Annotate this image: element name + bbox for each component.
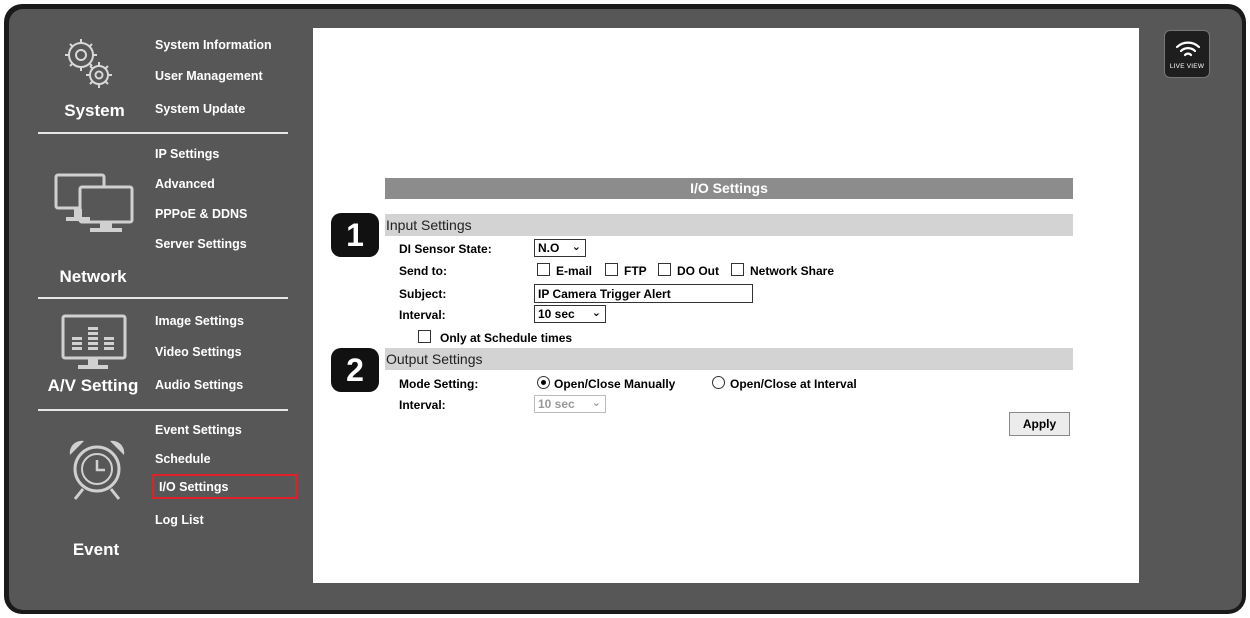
input-settings-header: Input Settings: [385, 214, 1073, 236]
mode-setting-label: Mode Setting:: [399, 377, 479, 391]
nav-item-log-list[interactable]: Log List: [155, 513, 204, 527]
send-ftp-checkbox[interactable]: [605, 263, 618, 276]
send-email-checkbox[interactable]: [537, 263, 550, 276]
content-area: [313, 28, 1139, 583]
chevron-down-icon: ⌄: [571, 241, 581, 253]
step-badge-2: 2: [331, 348, 379, 392]
apply-button[interactable]: Apply: [1009, 412, 1070, 436]
nav-item-advanced[interactable]: Advanced: [155, 177, 215, 191]
category-network-label: Network: [59, 267, 127, 286]
mode-manual-radio[interactable]: [537, 376, 550, 389]
output-interval-select: 10 sec ⌄: [534, 395, 606, 413]
only-schedule-checkbox[interactable]: [418, 330, 431, 343]
subject-label: Subject:: [399, 287, 447, 301]
send-to-label: Send to:: [399, 264, 447, 278]
nav-item-video-settings[interactable]: Video Settings: [155, 345, 242, 359]
nav-item-image-settings[interactable]: Image Settings: [155, 314, 244, 328]
io-settings-title: I/O Settings: [385, 178, 1073, 199]
output-settings-header: Output Settings: [385, 348, 1073, 370]
input-interval-value: 10 sec: [538, 307, 575, 321]
nav-item-ip-settings[interactable]: IP Settings: [155, 147, 219, 161]
send-network-share-label: Network Share: [750, 264, 835, 278]
nav-item-system-update[interactable]: System Update: [155, 102, 245, 116]
di-sensor-state-value: N.O: [538, 241, 560, 255]
category-system-label: System: [64, 101, 125, 120]
input-interval-label: Interval:: [399, 308, 446, 322]
nav-item-audio-settings[interactable]: Audio Settings: [155, 378, 243, 392]
nav-item-io-settings[interactable]: I/O Settings: [152, 474, 297, 499]
send-network-share-checkbox[interactable]: [731, 263, 744, 276]
mode-interval-radio[interactable]: [712, 376, 725, 389]
chevron-down-icon: ⌄: [591, 397, 601, 409]
alarm-clock-icon[interactable]: [62, 433, 132, 505]
input-interval-select[interactable]: 10 sec ⌄: [534, 305, 606, 323]
di-sensor-state-label: DI Sensor State:: [399, 242, 492, 256]
send-ftp-label: FTP: [624, 264, 647, 278]
nav-divider: [38, 409, 288, 411]
equalizer-monitor-icon[interactable]: [60, 313, 130, 371]
output-interval-label: Interval:: [399, 398, 446, 412]
category-event-label: Event: [72, 540, 120, 559]
category-av-setting-label: A/V Setting: [47, 376, 139, 395]
live-view-label: LIVE VIEW: [1169, 63, 1205, 70]
mode-interval-label: Open/Close at Interval: [730, 377, 857, 391]
nav-divider: [38, 297, 288, 299]
wifi-signal-icon: [1175, 41, 1201, 57]
di-sensor-state-select[interactable]: N.O ⌄: [534, 239, 586, 257]
mode-manual-label: Open/Close Manually: [554, 377, 676, 391]
monitors-icon[interactable]: [52, 172, 142, 234]
nav-item-event-settings[interactable]: Event Settings: [155, 423, 242, 437]
gears-icon[interactable]: [53, 35, 129, 95]
send-do-out-checkbox[interactable]: [658, 263, 671, 276]
nav-item-schedule[interactable]: Schedule: [155, 452, 211, 466]
nav-item-user-management[interactable]: User Management: [155, 69, 263, 83]
chevron-down-icon: ⌄: [591, 307, 601, 319]
subject-input[interactable]: IP Camera Trigger Alert: [534, 284, 753, 303]
step-badge-1: 1: [331, 213, 379, 257]
nav-item-system-information[interactable]: System Information: [155, 38, 272, 52]
send-do-out-label: DO Out: [677, 264, 719, 278]
nav-divider: [38, 132, 288, 134]
only-schedule-label: Only at Schedule times: [440, 331, 573, 345]
nav-item-server-settings[interactable]: Server Settings: [155, 237, 247, 251]
send-email-label: E-mail: [556, 264, 593, 278]
live-view-button[interactable]: LIVE VIEW: [1164, 30, 1210, 78]
output-interval-value: 10 sec: [538, 397, 575, 411]
nav-item-pppoe-ddns[interactable]: PPPoE & DDNS: [155, 207, 247, 221]
